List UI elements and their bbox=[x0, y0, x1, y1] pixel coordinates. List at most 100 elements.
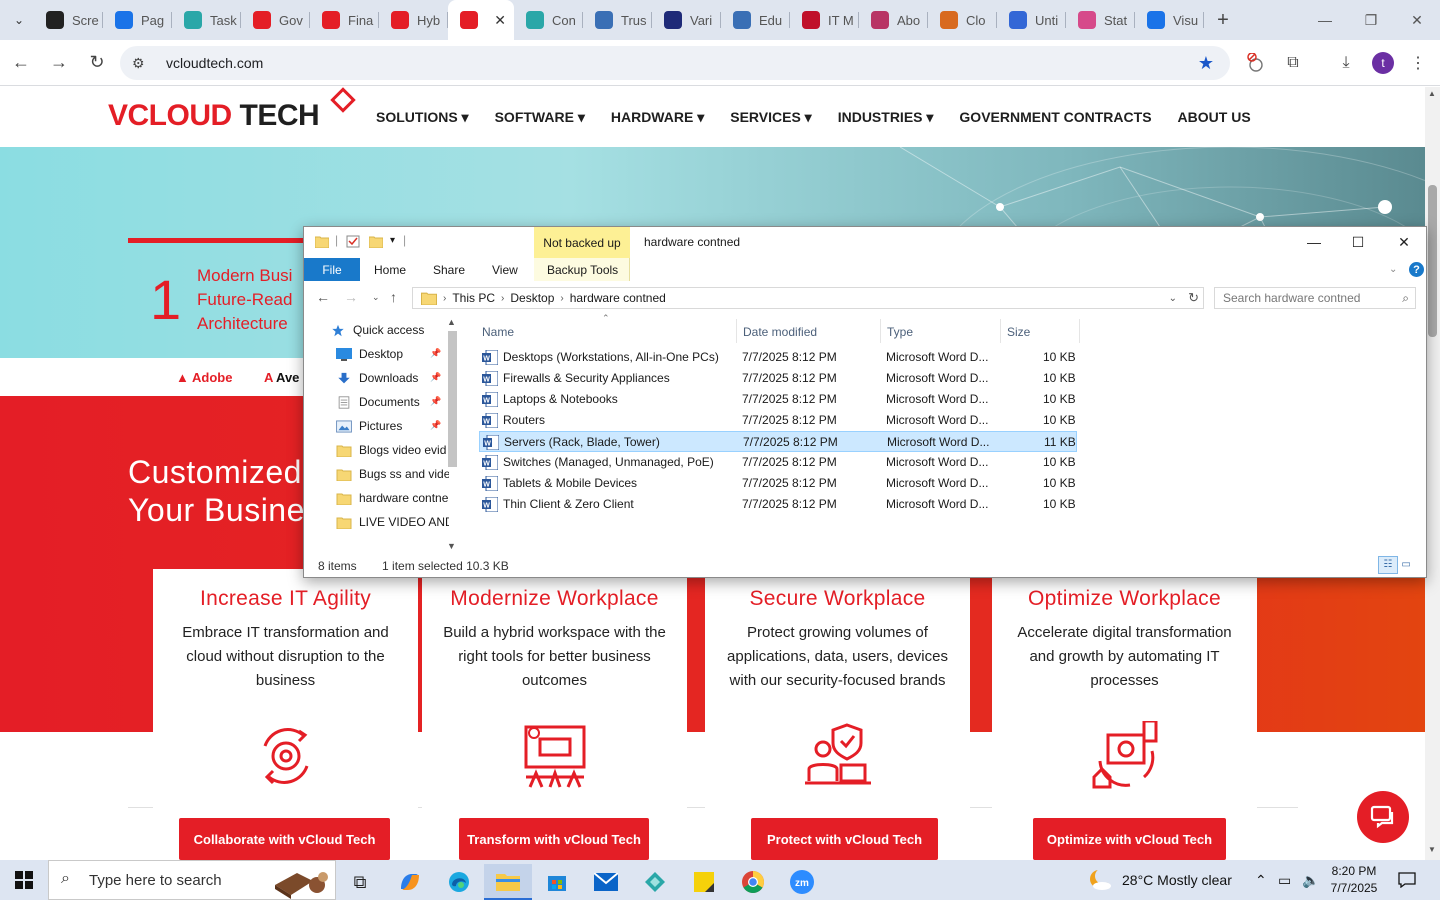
browser-tab[interactable]: ✕ bbox=[448, 0, 514, 40]
network-icon[interactable]: ▭ bbox=[1278, 860, 1291, 900]
file-row[interactable]: W Thin Client & Zero Client 7/7/2025 8:12 … bbox=[479, 494, 1077, 515]
not-backed-up-badge[interactable]: Not backed up bbox=[534, 227, 630, 258]
browser-tab[interactable]: Pag bbox=[103, 0, 172, 40]
large-icons-view-icon[interactable]: ▭ bbox=[1401, 559, 1415, 577]
file-row[interactable]: W Tablets & Mobile Devices 7/7/2025 8:12 P… bbox=[479, 473, 1077, 494]
details-view-icon[interactable]: ☷ bbox=[1378, 556, 1398, 574]
explorer-address-bar[interactable]: › This PC › Desktop › hardware contned ⌄… bbox=[412, 287, 1204, 309]
show-hidden-icons-chevron-icon[interactable]: ⌃ bbox=[1255, 860, 1267, 900]
nav-pane-item[interactable]: LIVE VIDEO AND bbox=[336, 511, 449, 533]
microsoft-store-icon[interactable] bbox=[533, 864, 581, 900]
volume-icon[interactable]: 🔈 bbox=[1302, 860, 1319, 900]
file-row[interactable]: W Firewalls & Security Appliances 7/7/2025… bbox=[479, 368, 1077, 389]
card-cta-button[interactable]: Transform with vCloud Tech bbox=[459, 818, 649, 860]
tab-search-button[interactable]: ⌄ bbox=[4, 5, 34, 35]
scroll-up-arrow-icon[interactable]: ▲ bbox=[1428, 89, 1436, 98]
forward-button[interactable]: → bbox=[42, 46, 76, 80]
nav-pane-item[interactable]: Quick access bbox=[330, 319, 443, 341]
explorer-search-input[interactable]: Search hardware contned ⌕ bbox=[1214, 287, 1416, 309]
file-row[interactable]: W Laptops & Notebooks 7/7/2025 8:12 PM Micr… bbox=[479, 389, 1077, 410]
browser-tab[interactable]: Hyb bbox=[379, 0, 448, 40]
nav-item-hardware[interactable]: HARDWARE ▾ bbox=[611, 109, 704, 126]
browser-tab[interactable]: Task bbox=[172, 0, 241, 40]
zoom-icon[interactable]: zm bbox=[778, 864, 826, 900]
breadcrumb-this-pc[interactable]: This PC bbox=[452, 291, 495, 305]
explorer-back-icon[interactable]: ← bbox=[316, 289, 330, 305]
start-button[interactable] bbox=[0, 860, 48, 900]
card-cta-button[interactable]: Collaborate with vCloud Tech bbox=[179, 818, 390, 860]
extensions-icon[interactable]: ⧉ bbox=[1278, 48, 1308, 78]
reload-button[interactable]: ↻ bbox=[80, 46, 114, 80]
browser-tab[interactable]: Visu bbox=[1135, 0, 1204, 40]
nav-item-about-us[interactable]: ABOUT US bbox=[1178, 109, 1251, 126]
nav-item-solutions[interactable]: SOLUTIONS ▾ bbox=[376, 109, 469, 126]
back-button[interactable]: ← bbox=[4, 46, 38, 80]
edge-browser-icon[interactable] bbox=[435, 864, 483, 900]
site-info-icon[interactable]: ⚙ bbox=[132, 55, 152, 72]
breadcrumb-desktop[interactable]: Desktop bbox=[510, 291, 554, 305]
browser-tab[interactable]: IT M bbox=[790, 0, 859, 40]
nav-item-industries[interactable]: INDUSTRIES ▾ bbox=[838, 109, 934, 126]
properties-icon[interactable] bbox=[346, 235, 360, 248]
help-icon[interactable]: ? bbox=[1409, 262, 1424, 277]
scroll-thumb[interactable] bbox=[1428, 185, 1437, 337]
browser-tab[interactable]: Unti bbox=[997, 0, 1066, 40]
explorer-close-button[interactable]: ✕ bbox=[1382, 231, 1426, 253]
nav-pane-item[interactable]: hardware contne bbox=[336, 487, 449, 509]
column-date-modified[interactable]: Date modified bbox=[743, 321, 817, 343]
browser-tab[interactable]: Gov bbox=[241, 0, 310, 40]
app-diamond-icon[interactable] bbox=[631, 864, 679, 900]
browser-tab[interactable]: Trus bbox=[583, 0, 652, 40]
recent-locations-icon[interactable]: ⌄ bbox=[372, 292, 380, 303]
browser-minimize-button[interactable]: — bbox=[1302, 0, 1348, 40]
browser-maximize-button[interactable]: ❐ bbox=[1348, 0, 1394, 40]
page-scrollbar[interactable]: ▲ ▼ bbox=[1425, 87, 1440, 860]
column-type[interactable]: Type bbox=[887, 321, 913, 343]
column-name[interactable]: Name bbox=[482, 321, 514, 343]
chrome-icon[interactable] bbox=[729, 864, 777, 900]
nav-item-government-contracts[interactable]: GOVERNMENT CONTRACTS bbox=[959, 109, 1151, 126]
browser-tab[interactable]: Stat bbox=[1066, 0, 1135, 40]
downloads-icon[interactable]: ⤓ bbox=[1331, 48, 1361, 78]
bookmark-star-icon[interactable]: ★ bbox=[1198, 53, 1214, 74]
new-folder-icon[interactable] bbox=[369, 235, 383, 248]
nav-pane-item[interactable]: Bugs ss and vide bbox=[336, 463, 449, 485]
file-explorer-taskbar-icon[interactable] bbox=[484, 864, 532, 900]
tab-file[interactable]: File bbox=[304, 258, 360, 281]
file-row[interactable]: W Servers (Rack, Blade, Tower) 7/7/2025 8:… bbox=[479, 431, 1077, 452]
task-view-icon[interactable]: ⧉ bbox=[336, 864, 384, 900]
mail-icon[interactable] bbox=[582, 864, 630, 900]
nav-item-services[interactable]: SERVICES ▾ bbox=[730, 109, 811, 126]
card-cta-button[interactable]: Optimize with vCloud Tech bbox=[1033, 818, 1226, 860]
weather-widget[interactable]: 28°C Mostly clear bbox=[1088, 860, 1232, 900]
nav-item-software[interactable]: SOFTWARE ▾ bbox=[495, 109, 585, 126]
taskbar-search-input[interactable]: ⌕ Type here to search bbox=[48, 860, 336, 900]
file-row[interactable]: W Desktops (Workstations, All-in-One PCs)… bbox=[479, 347, 1077, 368]
tab-share[interactable]: Share bbox=[433, 263, 465, 277]
browser-tab[interactable]: Scre bbox=[34, 0, 103, 40]
browser-tab[interactable]: Clo bbox=[928, 0, 997, 40]
card-cta-button[interactable]: Protect with vCloud Tech bbox=[751, 818, 938, 860]
tab-backup-tools[interactable]: Backup Tools bbox=[547, 263, 618, 277]
translate-blocked-icon[interactable] bbox=[1241, 48, 1271, 78]
explorer-forward-icon[interactable]: → bbox=[344, 289, 358, 305]
customize-quick-access-icon[interactable]: ▾ bbox=[390, 235, 395, 246]
address-bar[interactable]: ⚙ vcloudtech.com ★ bbox=[120, 46, 1230, 80]
browser-tab[interactable]: Con bbox=[514, 0, 583, 40]
ribbon-expand-chevron-icon[interactable]: ⌄ bbox=[1389, 264, 1397, 275]
chat-button[interactable] bbox=[1357, 791, 1409, 843]
refresh-icon[interactable]: ↻ bbox=[1188, 290, 1199, 306]
new-tab-button[interactable]: + bbox=[1208, 5, 1238, 35]
browser-tab[interactable]: Vari bbox=[652, 0, 721, 40]
sticky-notes-icon[interactable] bbox=[680, 864, 728, 900]
browser-close-button[interactable]: ✕ bbox=[1394, 0, 1440, 40]
address-dropdown-icon[interactable]: ⌄ bbox=[1169, 293, 1177, 304]
column-size[interactable]: Size bbox=[1007, 321, 1030, 343]
nav-pane-scrollbar[interactable]: ▲ ▼ bbox=[445, 317, 459, 557]
breadcrumb-current-folder[interactable]: hardware contned bbox=[570, 291, 666, 305]
close-tab-icon[interactable]: ✕ bbox=[494, 12, 506, 29]
tab-home[interactable]: Home bbox=[374, 263, 406, 277]
copilot-icon[interactable] bbox=[386, 864, 434, 900]
explorer-maximize-button[interactable]: ☐ bbox=[1336, 231, 1380, 253]
notifications-icon[interactable] bbox=[1398, 860, 1416, 900]
